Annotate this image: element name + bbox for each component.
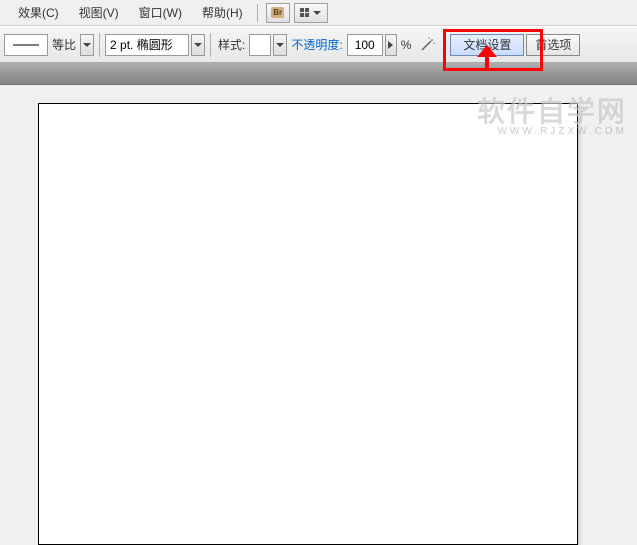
chevron-down-icon — [194, 43, 202, 47]
uniform-label: 等比 — [52, 36, 76, 53]
artboard[interactable] — [38, 103, 578, 545]
wand-svg-icon — [419, 37, 435, 53]
chevron-down-icon — [83, 43, 91, 47]
controlbar: 等比 2 pt. 椭圆形 样式: 不透明度: 100 % 文档设置 首选项 — [0, 26, 637, 63]
bridge-icon: Br — [271, 7, 284, 18]
line-segment-field[interactable] — [4, 34, 48, 56]
chevron-down-icon — [276, 43, 284, 47]
arrange-docs-button[interactable] — [294, 3, 328, 23]
opacity-dropdown[interactable] — [385, 34, 397, 56]
separator — [210, 33, 211, 57]
stroke-profile-value: 2 pt. 椭圆形 — [110, 36, 173, 53]
stroke-profile-field[interactable]: 2 pt. 椭圆形 — [105, 34, 189, 56]
stroke-profile-dropdown[interactable] — [191, 34, 205, 56]
recolor-icon[interactable] — [417, 35, 437, 55]
uniform-dropdown[interactable] — [80, 34, 94, 56]
menubar: 效果(C) 视图(V) 窗口(W) 帮助(H) Br — [0, 0, 637, 26]
opacity-input[interactable]: 100 — [347, 34, 383, 56]
tab-band — [0, 63, 637, 85]
menu-view[interactable]: 视图(V) — [69, 1, 129, 24]
menu-help[interactable]: 帮助(H) — [192, 1, 253, 24]
opacity-unit: % — [401, 38, 412, 52]
line-segment-icon — [11, 41, 41, 49]
bridge-button[interactable]: Br — [266, 3, 290, 23]
chevron-down-icon — [313, 11, 321, 15]
menu-window[interactable]: 窗口(W) — [129, 1, 192, 24]
preferences-button[interactable]: 首选项 — [526, 34, 580, 56]
separator — [99, 33, 100, 57]
menu-separator — [257, 4, 258, 22]
separator — [444, 33, 445, 57]
canvas-area — [0, 85, 637, 545]
style-dropdown[interactable] — [273, 34, 287, 56]
preferences-label: 首选项 — [535, 36, 571, 53]
menu-effects[interactable]: 效果(C) — [8, 1, 69, 24]
style-label: 样式: — [218, 36, 245, 53]
opacity-value: 100 — [355, 38, 375, 52]
opacity-label[interactable]: 不透明度: — [291, 36, 342, 53]
grid-icon — [300, 8, 309, 17]
chevron-right-icon — [388, 41, 393, 49]
style-swatch[interactable] — [249, 34, 271, 56]
